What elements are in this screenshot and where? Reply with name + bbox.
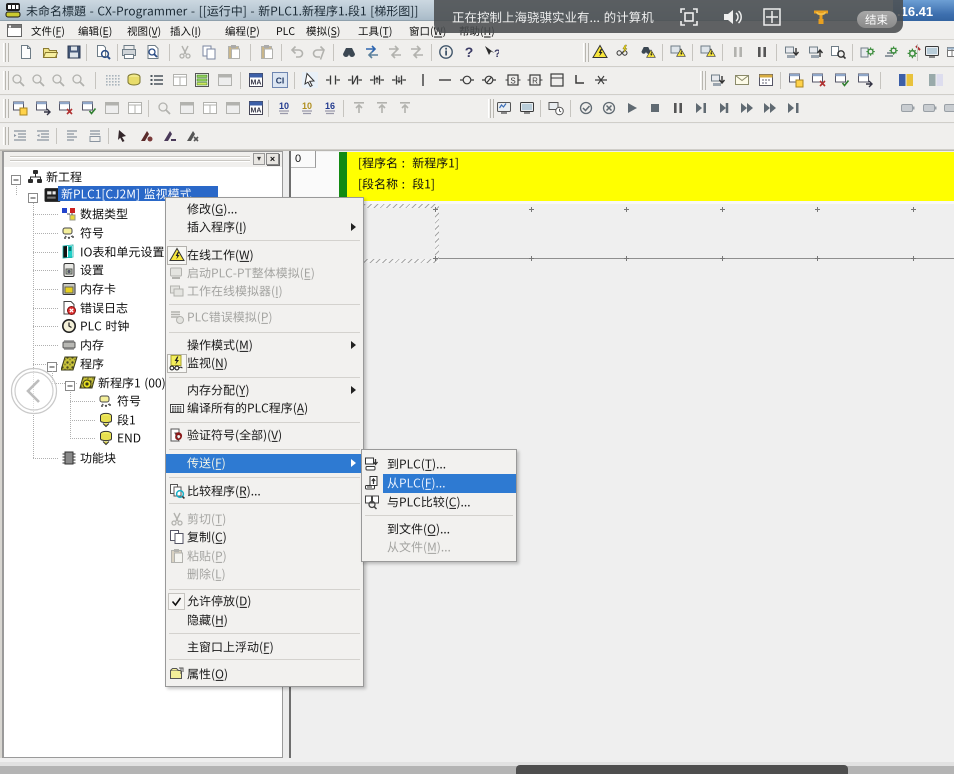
svg-text:?: ? <box>465 44 474 60</box>
svg-text:10: 10 <box>279 101 289 111</box>
svg-text:MA: MA <box>251 80 262 87</box>
svg-text:S: S <box>510 77 515 86</box>
svg-text:16: 16 <box>325 101 335 111</box>
svg-text:10: 10 <box>302 101 312 111</box>
svg-text:?: ? <box>494 48 499 60</box>
svg-text:MA: MA <box>251 108 262 115</box>
svg-text:CI: CI <box>276 76 285 86</box>
svg-text:R: R <box>532 77 538 86</box>
